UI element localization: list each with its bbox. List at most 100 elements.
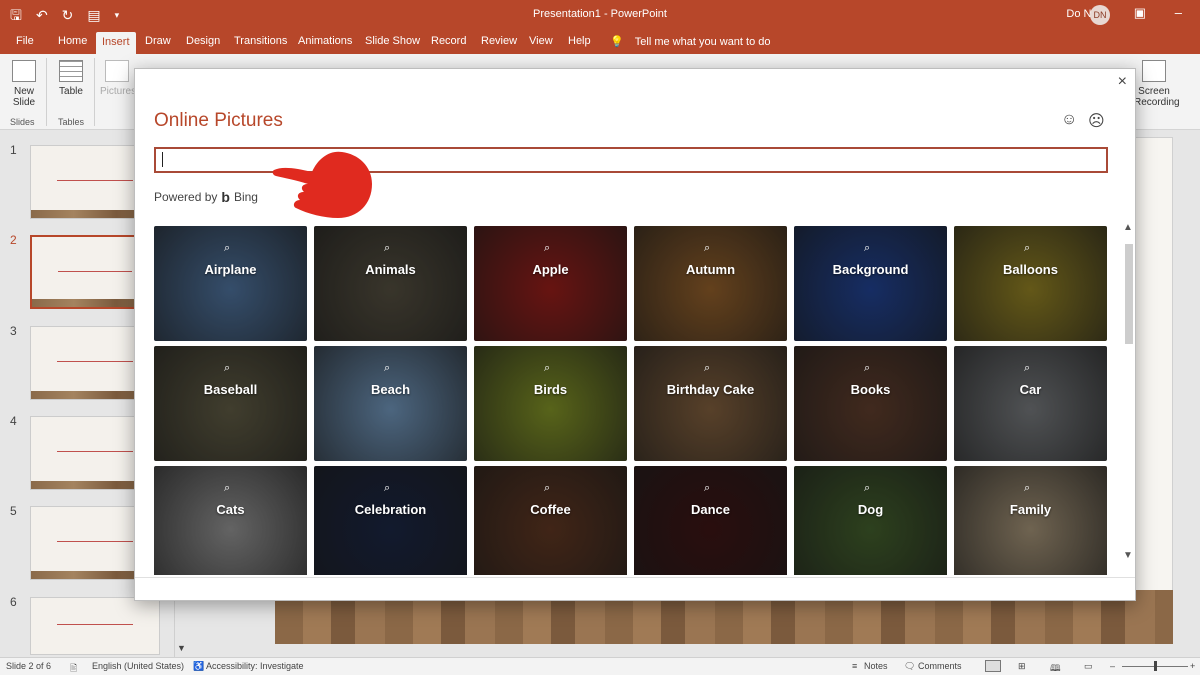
search-icon: ⌕	[384, 482, 391, 494]
tab-record[interactable]: Record	[431, 35, 466, 47]
search-icon: ⌕	[864, 362, 871, 374]
search-icon: ⌕	[704, 242, 711, 254]
normal-view-icon[interactable]	[985, 660, 1001, 672]
thumbnail-number: 4	[10, 414, 17, 428]
category-tile-cats[interactable]: ⌕ Cats	[154, 466, 307, 575]
accessibility-status[interactable]: Accessibility: Investigate	[206, 661, 304, 671]
scroll-up-icon[interactable]: ▲	[1123, 222, 1133, 233]
table-button[interactable]: Table	[54, 60, 88, 97]
tab-view[interactable]: View	[529, 35, 553, 47]
tile-overlay	[794, 226, 947, 341]
new-slide-button[interactable]: New Slide	[6, 60, 42, 108]
tab-file[interactable]: File	[16, 35, 34, 47]
minimize-icon[interactable]: –	[1175, 5, 1182, 20]
category-tile-beach[interactable]: ⌕ Beach	[314, 346, 467, 461]
category-tile-family[interactable]: ⌕ Family	[954, 466, 1107, 575]
category-grid: ⌕ Airplane ⌕ Animals ⌕ Apple ⌕ Autumn ⌕ Backgroun…	[154, 226, 1108, 575]
thumbnail-number: 5	[10, 504, 17, 518]
category-label: Apple	[532, 262, 569, 277]
notes-icon[interactable]: ≡	[852, 661, 857, 671]
document-title: Presentation1 - PowerPoint	[533, 8, 667, 20]
dialog-scrollbar[interactable]: ▲ ▼	[1122, 214, 1136, 574]
ribbon-tabs: File Home Insert Draw Design Transitions…	[0, 30, 1200, 54]
category-tile-background[interactable]: ⌕ Background	[794, 226, 947, 341]
tile-overlay	[954, 466, 1107, 575]
tile-overlay	[474, 226, 627, 341]
powered-by: Powered by b Bing	[154, 189, 258, 205]
language-status[interactable]: English (United States)	[92, 661, 184, 671]
category-tile-books[interactable]: ⌕ Books	[794, 346, 947, 461]
tell-me-label: Tell me what you want to do	[634, 36, 771, 48]
tab-review[interactable]: Review	[481, 35, 517, 47]
tell-me-search[interactable]: 💡 Tell me what you want to do	[610, 35, 771, 48]
scroll-down-icon[interactable]: ▼	[1123, 550, 1133, 561]
tile-overlay	[154, 226, 307, 341]
search-icon: ⌕	[544, 362, 551, 374]
category-tile-animals[interactable]: ⌕ Animals	[314, 226, 467, 341]
category-tile-birds[interactable]: ⌕ Birds	[474, 346, 627, 461]
bing-logo-icon: b	[221, 189, 230, 205]
category-tile-coffee[interactable]: ⌕ Coffee	[474, 466, 627, 575]
category-tile-dog[interactable]: ⌕ Dog	[794, 466, 947, 575]
category-label: Balloons	[1003, 262, 1058, 277]
tile-overlay	[634, 466, 787, 575]
tab-draw[interactable]: Draw	[145, 35, 171, 47]
tab-help[interactable]: Help	[568, 35, 591, 47]
group-tables-label: Tables	[58, 117, 85, 127]
category-tile-apple[interactable]: ⌕ Apple	[474, 226, 627, 341]
lightbulb-icon: 💡	[610, 36, 624, 48]
tab-transitions[interactable]: Transitions	[234, 35, 287, 47]
category-tile-balloons[interactable]: ⌕ Balloons	[954, 226, 1107, 341]
category-label: Family	[1009, 502, 1052, 517]
category-tile-autumn[interactable]: ⌕ Autumn	[634, 226, 787, 341]
search-icon: ⌕	[224, 362, 231, 374]
category-tile-birthday-cake[interactable]: ⌕ Birthday Cake	[634, 346, 787, 461]
frown-feedback-icon[interactable]: ☹	[1088, 111, 1105, 131]
search-icon: ⌕	[1024, 242, 1031, 254]
category-label: Background	[832, 262, 909, 277]
comments-button[interactable]: Comments	[918, 661, 962, 671]
category-tile-airplane[interactable]: ⌕ Airplane	[154, 226, 307, 341]
slide-thumbnail-6[interactable]	[30, 597, 160, 655]
scroll-down-icon[interactable]: ▼	[177, 643, 186, 653]
tab-slide-show[interactable]: Slide Show	[365, 35, 420, 47]
category-tile-dance[interactable]: ⌕ Dance	[634, 466, 787, 575]
tab-design[interactable]: Design	[186, 35, 220, 47]
powered-by-label: Powered by	[154, 190, 218, 204]
thumbnail-number: 3	[10, 324, 17, 338]
thumbnail-number: 2	[10, 233, 17, 247]
zoom-out-icon[interactable]: –	[1110, 661, 1115, 671]
title-line	[57, 451, 133, 452]
category-tile-celebration[interactable]: ⌕ Celebration	[314, 466, 467, 575]
avatar[interactable]: DN	[1090, 5, 1110, 25]
tab-home[interactable]: Home	[58, 35, 87, 47]
ribbon-display-icon[interactable]: ▣	[1134, 5, 1146, 21]
category-label: Car	[1019, 382, 1042, 397]
tile-overlay	[314, 226, 467, 341]
thumbnail-scrollbar[interactable]: ▼	[176, 600, 188, 655]
spellcheck-icon[interactable]: 🖹	[70, 661, 77, 675]
accessibility-icon[interactable]: ♿	[193, 661, 204, 672]
tile-overlay	[474, 346, 627, 461]
pictures-button[interactable]: Pictures	[100, 60, 136, 97]
search-icon: ⌕	[384, 362, 391, 374]
slide-sorter-icon[interactable]: ⊞	[1018, 661, 1026, 672]
tile-overlay	[634, 226, 787, 341]
smile-feedback-icon[interactable]: ☺	[1061, 111, 1077, 129]
zoom-in-icon[interactable]: +	[1190, 661, 1195, 671]
tab-insert[interactable]: Insert	[96, 32, 136, 54]
category-tile-baseball[interactable]: ⌕ Baseball	[154, 346, 307, 461]
close-icon[interactable]: ×	[1118, 73, 1127, 91]
slide-show-icon[interactable]: ▭	[1084, 661, 1093, 672]
scrollbar-thumb[interactable]	[1125, 244, 1133, 344]
zoom-slider-thumb[interactable]	[1154, 661, 1157, 671]
reading-view-icon[interactable]: 🕮	[1050, 661, 1061, 675]
screen-recording-button[interactable]: Screen Recording	[1134, 60, 1180, 108]
notes-button[interactable]: Notes	[864, 661, 888, 671]
tile-overlay	[954, 346, 1107, 461]
tab-animations[interactable]: Animations	[298, 35, 352, 47]
category-tile-car[interactable]: ⌕ Car	[954, 346, 1107, 461]
slide-counter: Slide 2 of 6	[6, 661, 52, 671]
title-line	[57, 624, 133, 625]
comments-icon[interactable]: 🗨	[904, 661, 915, 672]
